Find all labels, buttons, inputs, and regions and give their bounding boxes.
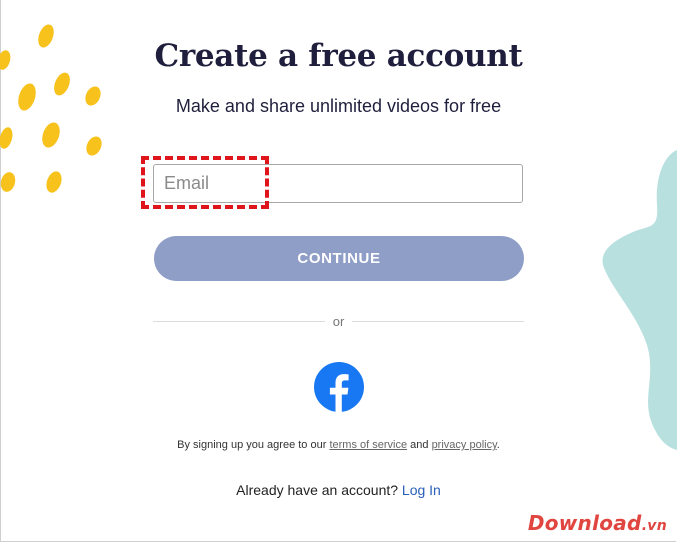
or-divider: or [153,314,524,330]
terms-and: and [410,439,429,451]
terms-of-service-link[interactable]: terms of service [329,439,407,451]
watermark-tld: .vn [641,518,667,534]
page-title: Create a free account [154,38,523,74]
terms-notice: By signing up you agree to our terms of … [0,439,677,451]
login-prompt: Already have an account? Log In [0,482,677,498]
page-subtitle: Make and share unlimited videos for free [175,96,502,116]
divider-line-right [352,321,524,322]
login-link[interactable]: Log In [402,482,441,498]
facebook-icon[interactable] [314,362,364,412]
terms-prefix: By signing up you agree to our [177,439,327,451]
decorative-teal-blob [602,150,677,450]
privacy-policy-link[interactable]: privacy policy [432,439,497,451]
email-field[interactable] [153,164,523,203]
watermark-logo: Download.vn [528,511,667,535]
continue-button[interactable]: CONTINUE [154,236,524,281]
terms-suffix: . [496,439,500,451]
login-prompt-text: Already have an account? [236,482,399,498]
watermark-brand: Download [527,511,642,535]
